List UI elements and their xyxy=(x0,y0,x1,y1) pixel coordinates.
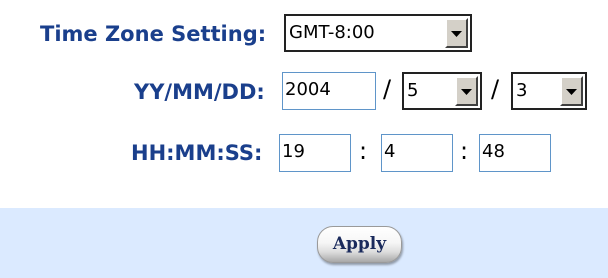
date-separator: / xyxy=(383,75,392,103)
time-zone-label: Time Zone Setting: xyxy=(40,22,267,46)
date-label: YY/MM/DD: xyxy=(134,80,265,104)
time-zone-dropdown-button[interactable] xyxy=(445,18,468,48)
month-select[interactable]: 5 xyxy=(402,72,482,110)
date-separator: / xyxy=(491,75,500,103)
chevron-down-icon xyxy=(566,89,577,95)
time-separator: : xyxy=(460,137,469,165)
chevron-down-icon xyxy=(451,31,462,37)
time-separator: : xyxy=(359,137,368,165)
time-zone-value: GMT-8:00 xyxy=(289,22,375,43)
day-select[interactable]: 3 xyxy=(511,72,587,110)
apply-button[interactable]: Apply xyxy=(317,226,402,263)
hour-input[interactable]: 19 xyxy=(279,134,351,172)
time-label: HH:MM:SS: xyxy=(131,141,263,165)
chevron-down-icon xyxy=(461,89,472,95)
time-zone-select[interactable]: GMT-8:00 xyxy=(284,14,472,52)
minute-input[interactable]: 4 xyxy=(381,134,453,172)
footer-band xyxy=(0,208,608,278)
month-value: 5 xyxy=(407,80,419,101)
time-settings-panel: Time Zone Setting: GMT-8:00 YY/MM/DD: 20… xyxy=(0,0,608,278)
day-value: 3 xyxy=(516,80,528,101)
second-input[interactable]: 48 xyxy=(479,134,551,172)
day-dropdown-button[interactable] xyxy=(560,76,583,106)
month-dropdown-button[interactable] xyxy=(455,76,478,106)
year-input[interactable]: 2004 xyxy=(282,72,376,110)
